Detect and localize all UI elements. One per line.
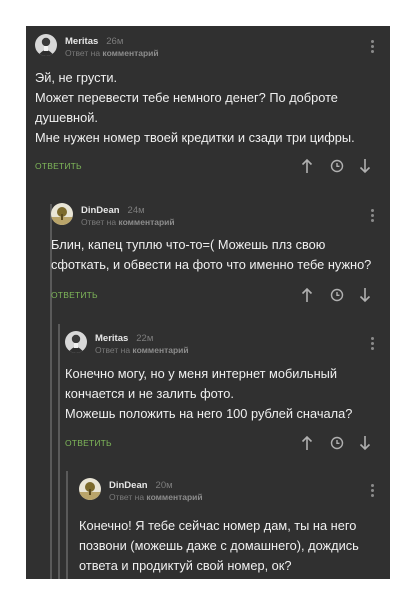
arrow-up-icon[interactable] <box>301 158 313 174</box>
comment-body: Конечно! Я тебе сейчас номер дам, ты на … <box>79 518 359 573</box>
author-name[interactable]: DinDean 24м <box>81 205 145 216</box>
reply-to-link[interactable]: комментарий <box>118 217 174 227</box>
reply-button[interactable]: ОТВЕТИТЬ <box>51 290 98 300</box>
comment: Meritas 26м Ответ на комментарий Эй, не г… <box>35 34 375 194</box>
arrow-up-icon[interactable] <box>301 435 313 451</box>
reply-to-link[interactable]: комментарий <box>146 492 202 502</box>
comment: DinDean 24м Ответ на комментарий Блин, ка… <box>51 203 375 313</box>
arrow-up-icon[interactable] <box>301 287 313 303</box>
reply-button[interactable]: ОТВЕТИТЬ <box>35 161 82 171</box>
arrow-down-icon[interactable] <box>359 435 371 451</box>
author-name[interactable]: Meritas 22м <box>95 333 153 344</box>
more-vertical-icon[interactable] <box>369 337 375 351</box>
reply-to-link[interactable]: комментарий <box>102 48 158 58</box>
author-name[interactable]: DinDean 20м <box>109 480 173 491</box>
reply-to-line: Ответ на комментарий <box>81 217 175 227</box>
comment-time: 24м <box>127 205 145 216</box>
comment-body: Эй, не грусти. Может перевести тебе немн… <box>35 70 355 145</box>
avatar[interactable] <box>65 331 87 353</box>
clock-icon[interactable] <box>330 158 344 174</box>
reply-to-line: Ответ на комментарий <box>95 345 189 355</box>
comment: Meritas 22м Ответ на комментарий Конечно … <box>65 331 375 461</box>
comment: DinDean 20м Ответ на комментарий Конечно!… <box>79 478 375 578</box>
thread-line <box>58 324 60 579</box>
comment-time: 20м <box>155 480 173 491</box>
reply-to-line: Ответ на комментарий <box>109 492 203 502</box>
comment-actions <box>297 158 375 174</box>
more-vertical-icon[interactable] <box>369 40 375 54</box>
comment-time: 22м <box>136 333 154 344</box>
reply-button[interactable]: ОТВЕТИТЬ <box>65 438 112 448</box>
thread-line <box>66 471 68 579</box>
comment-time: 26м <box>106 36 124 47</box>
comments-thread: Meritas 26м Ответ на комментарий Эй, не г… <box>26 26 390 579</box>
arrow-down-icon[interactable] <box>359 287 371 303</box>
clock-icon[interactable] <box>330 435 344 451</box>
more-vertical-icon[interactable] <box>369 484 375 498</box>
comment-body: Блин, капец туплю что-то=( Можешь плз св… <box>51 237 372 272</box>
avatar[interactable] <box>79 478 101 500</box>
clock-icon[interactable] <box>330 287 344 303</box>
reply-to-line: Ответ на комментарий <box>65 48 159 58</box>
more-vertical-icon[interactable] <box>369 209 375 223</box>
avatar[interactable] <box>51 203 73 225</box>
arrow-down-icon[interactable] <box>359 158 371 174</box>
avatar[interactable] <box>35 34 57 56</box>
author-name[interactable]: Meritas 26м <box>65 36 123 47</box>
comment-actions <box>297 435 375 451</box>
comment-body: Конечно могу, но у меня интернет мобильн… <box>65 366 353 421</box>
comment-actions <box>297 287 375 303</box>
reply-to-link[interactable]: комментарий <box>132 345 188 355</box>
